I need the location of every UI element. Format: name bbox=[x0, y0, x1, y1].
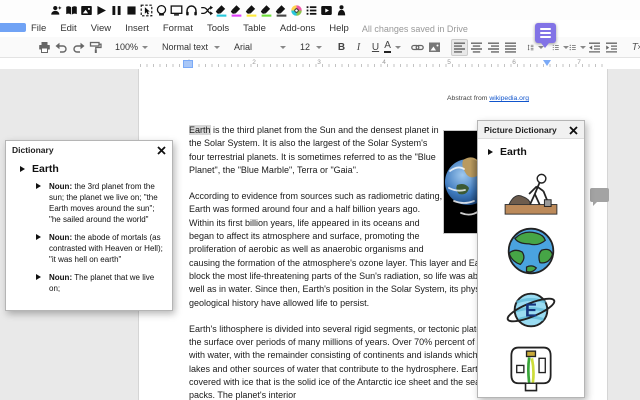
dictionary-panel: Dictionary Earth Noun: the 3rd planet fr… bbox=[5, 140, 173, 311]
bold-button[interactable]: B bbox=[333, 39, 350, 56]
menu-insert[interactable]: Insert bbox=[118, 23, 156, 34]
expand-triangle-icon[interactable] bbox=[36, 234, 41, 240]
picture-dictionary-title: Picture Dictionary bbox=[484, 125, 557, 135]
planet-ring-letter-e-image[interactable]: E bbox=[504, 285, 558, 335]
menu-tools[interactable]: Tools bbox=[200, 23, 236, 34]
insert-image-icon[interactable] bbox=[426, 39, 443, 56]
menu-edit[interactable]: Edit bbox=[53, 23, 83, 34]
insert-link-icon[interactable] bbox=[409, 39, 426, 56]
paragraph-style-select[interactable]: Normal text bbox=[159, 42, 223, 52]
screenshot-reader-icon[interactable] bbox=[155, 4, 168, 17]
print-icon[interactable] bbox=[36, 39, 53, 56]
chevron-down-icon bbox=[394, 45, 401, 49]
play-icon[interactable] bbox=[95, 4, 108, 17]
font-family-select[interactable]: Arial bbox=[231, 42, 289, 52]
expand-triangle-icon[interactable] bbox=[36, 274, 41, 280]
dictionary-word: Earth bbox=[32, 163, 59, 175]
abstract-source-line: Abstract from wikipedia.org bbox=[447, 95, 529, 102]
underline-button[interactable]: U bbox=[367, 39, 384, 56]
font-size-select[interactable]: 12 bbox=[297, 42, 325, 52]
text-color-button[interactable]: A bbox=[384, 39, 401, 56]
align-left-button[interactable] bbox=[451, 38, 469, 56]
paint-format-icon[interactable] bbox=[87, 39, 104, 56]
stop-icon[interactable] bbox=[125, 4, 138, 17]
person-digging-earth-image[interactable] bbox=[502, 171, 560, 217]
dictionary-word-row: Earth bbox=[20, 163, 172, 175]
dictionary-entry: Noun: the 3rd planet from the sun; the p… bbox=[36, 181, 164, 225]
ruler-number: 7 bbox=[577, 59, 581, 66]
video-player-icon[interactable] bbox=[320, 4, 333, 17]
left-margin-marker[interactable] bbox=[183, 60, 193, 68]
save-status: All changes saved in Drive bbox=[361, 23, 468, 34]
picture-dictionary-panel: Picture Dictionary Earth E bbox=[477, 120, 585, 398]
doc-tab-fragment bbox=[0, 23, 26, 32]
redo-icon[interactable] bbox=[70, 39, 87, 56]
pause-icon[interactable] bbox=[110, 4, 123, 17]
extension-popup-icon[interactable] bbox=[535, 23, 556, 43]
highlighter-green-icon[interactable] bbox=[260, 4, 273, 17]
menu-format[interactable]: Format bbox=[156, 23, 200, 34]
word-list-icon[interactable] bbox=[305, 4, 318, 17]
ruler-number: 6 bbox=[512, 59, 516, 66]
ruler-number: 4 bbox=[382, 59, 386, 66]
color-wheel-icon[interactable] bbox=[290, 4, 303, 17]
highlighter-cyan-icon[interactable] bbox=[215, 4, 228, 17]
svg-text:E: E bbox=[525, 300, 537, 321]
menu-view[interactable]: View bbox=[84, 23, 118, 34]
electrical-plug-earth-wire-image[interactable] bbox=[506, 344, 556, 394]
ruler-number: 3 bbox=[317, 59, 321, 66]
picture-dictionary-icon[interactable] bbox=[80, 4, 93, 17]
zoom-select[interactable]: 100% bbox=[112, 42, 151, 52]
picture-dictionary-word: Earth bbox=[500, 146, 527, 158]
highlighter-magenta-icon[interactable] bbox=[230, 4, 243, 17]
menu-addons[interactable]: Add-ons bbox=[273, 23, 322, 34]
dictionary-entry: Noun: the abode of mortals (as contraste… bbox=[36, 232, 164, 265]
expand-triangle-icon[interactable] bbox=[488, 149, 493, 155]
earth-globe-image[interactable] bbox=[505, 226, 557, 276]
picture-dictionary-word-row: Earth bbox=[488, 146, 527, 158]
chevron-down-icon bbox=[214, 45, 221, 49]
highlighted-word: Earth bbox=[189, 125, 211, 135]
screen-reader-icon[interactable] bbox=[50, 4, 63, 17]
ruler-ticks bbox=[140, 64, 608, 67]
align-right-button[interactable] bbox=[485, 39, 502, 56]
decrease-indent-button[interactable] bbox=[586, 39, 603, 56]
screen: File Edit View Insert Format Tools Table… bbox=[0, 0, 640, 400]
ruler-number: 5 bbox=[447, 59, 451, 66]
expand-triangle-icon[interactable] bbox=[20, 166, 25, 172]
increase-indent-button[interactable] bbox=[603, 39, 620, 56]
wikipedia-link[interactable]: wikipedia.org bbox=[489, 95, 529, 102]
italic-button[interactable]: I bbox=[350, 39, 367, 56]
extension-popup-pointer bbox=[541, 43, 549, 48]
menu-file[interactable]: File bbox=[24, 23, 53, 34]
close-icon[interactable] bbox=[569, 125, 578, 135]
dictionary-panel-title: Dictionary bbox=[12, 145, 54, 155]
align-center-button[interactable] bbox=[468, 39, 485, 56]
right-indent-marker[interactable] bbox=[543, 60, 551, 66]
menu-help[interactable]: Help bbox=[322, 23, 356, 34]
undo-icon[interactable] bbox=[53, 39, 70, 56]
open-book-icon[interactable] bbox=[65, 4, 78, 17]
figure-silhouette-icon[interactable] bbox=[335, 4, 348, 17]
clear-formatting-button[interactable]: Tx bbox=[628, 39, 640, 56]
menu-table[interactable]: Table bbox=[236, 23, 273, 34]
highlighter-yellow-icon[interactable] bbox=[245, 4, 258, 17]
headphones-icon[interactable] bbox=[185, 4, 198, 17]
bulleted-list-button[interactable] bbox=[569, 39, 587, 56]
extension-toolbar bbox=[0, 0, 640, 20]
expand-triangle-icon[interactable] bbox=[36, 183, 41, 189]
shuffle-icon[interactable] bbox=[200, 4, 213, 17]
dictionary-entry: Noun: The planet that we live on; bbox=[36, 272, 164, 294]
justify-button[interactable] bbox=[502, 39, 519, 56]
chevron-down-icon bbox=[280, 45, 287, 49]
ruler-number: 2 bbox=[252, 59, 256, 66]
chevron-down-icon bbox=[316, 45, 323, 49]
close-icon[interactable] bbox=[157, 145, 166, 155]
select-cursor-icon[interactable] bbox=[140, 4, 153, 17]
screen-mask-icon[interactable] bbox=[170, 4, 183, 17]
comment-indicator-icon[interactable] bbox=[590, 188, 609, 206]
highlighter-dark-icon[interactable] bbox=[275, 4, 288, 17]
chevron-down-icon bbox=[142, 45, 149, 49]
